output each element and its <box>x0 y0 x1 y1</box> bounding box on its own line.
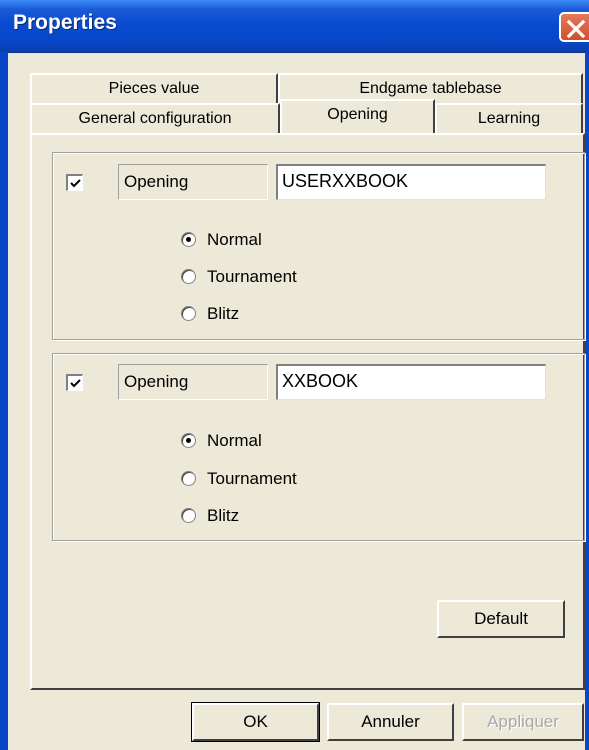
radio-label: Normal <box>207 230 262 249</box>
book-1-checkbox[interactable] <box>66 174 83 191</box>
book-2-label: Opening <box>118 364 268 400</box>
checkmark-icon <box>70 179 81 188</box>
tab-label: Learning <box>477 110 541 127</box>
radio-label: Tournament <box>207 469 297 488</box>
close-button[interactable] <box>559 12 589 42</box>
radio-label: Normal <box>207 431 262 450</box>
book-1-label: Opening <box>118 164 268 200</box>
close-icon <box>566 19 586 39</box>
window-frame-right <box>585 52 589 750</box>
apply-button[interactable]: Appliquer <box>462 703 584 741</box>
window-frame-left <box>0 52 8 750</box>
book-2-name-field[interactable]: XXBOOK <box>276 364 546 400</box>
tab-label: General configuration <box>78 110 232 127</box>
checkmark-icon <box>70 379 81 388</box>
radio-button-icon <box>181 508 196 523</box>
tab-general-configuration[interactable]: General configuration <box>30 103 280 135</box>
tab-pieces-value[interactable]: Pieces value <box>30 73 278 105</box>
radio-button-icon <box>181 232 196 247</box>
window-title: Properties <box>13 11 117 34</box>
radio-label: Blitz <box>207 506 240 525</box>
tab-label: Opening <box>327 106 388 123</box>
radio-button-icon <box>181 471 196 486</box>
radio-button-icon <box>181 306 196 321</box>
tab-label: Endgame tablebase <box>359 80 502 97</box>
radio-label: Blitz <box>207 304 240 323</box>
default-button[interactable]: Default <box>437 600 565 638</box>
book-2-checkbox[interactable] <box>66 374 83 391</box>
tab-opening[interactable]: Opening <box>280 99 435 133</box>
radio-label: Tournament <box>207 267 297 286</box>
title-bar: Properties <box>0 0 589 53</box>
book-1-name-field[interactable]: USERXXBOOK <box>276 164 546 200</box>
ok-button[interactable]: OK <box>191 702 320 742</box>
tab-learning[interactable]: Learning <box>435 103 583 135</box>
radio-button-icon <box>181 269 196 284</box>
radio-button-icon <box>181 433 196 448</box>
cancel-button[interactable]: Annuler <box>327 703 454 741</box>
tab-label: Pieces value <box>108 80 200 97</box>
